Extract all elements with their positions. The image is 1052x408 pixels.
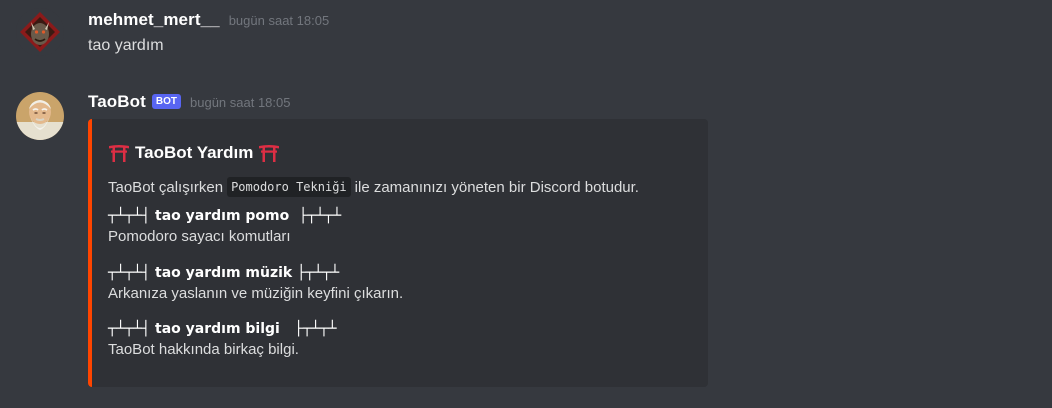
message-header: mehmet_mert__ bugün saat 18:05 [88,10,329,30]
message-header: TaoBot BOT bugün saat 18:05 [88,92,290,112]
field-value: TaoBot hakkında birkaç bilgi. [108,341,299,358]
embed-field-pomo: ┬┴┬┴┤ tao yardım pomo ├┬┴┬┴ Pomodoro say… [108,205,698,247]
torii-gate-icon [258,144,280,162]
embed-title-text: TaoBot Yardım [135,143,254,162]
embed-description: TaoBot çalışırken Pomodoro Tekniği ile z… [108,177,639,197]
embed-field-info: ┬┴┬┴┤ tao yardım bilgi ├┬┴┬┴ TaoBot hakk… [108,318,698,360]
old-sage-avatar-icon[interactable] [16,92,64,140]
field-value: Pomodoro sayacı komutları [108,228,291,245]
message-content: tao yardım [88,37,164,54]
timestamp: bugün saat 18:05 [190,95,291,110]
chat-view: mehmet_mert__ bugün saat 18:05 tao yardı… [0,0,1052,408]
torii-gate-icon [108,144,130,162]
demon-avatar-icon[interactable] [16,8,64,56]
field-value: Arkanıza yaslanın ve müziğin keyfini çık… [108,285,404,302]
embed-title: TaoBot Yardım [108,143,280,163]
bot-tag: BOT [151,94,181,109]
field-name: ┬┴┬┴┤ tao yardım pomo ├┬┴┬┴ [108,208,342,224]
help-embed: TaoBot Yardım TaoBot çalışırken Pomodoro… [88,119,708,387]
field-name: ┬┴┬┴┤ tao yardım müzik ├┬┴┬┴ [108,265,340,281]
field-name: ┬┴┬┴┤ tao yardım bilgi ├┬┴┬┴ [108,321,337,337]
timestamp: bugün saat 18:05 [228,13,330,28]
description-text: ile zamanınızı yöneten bir Discord botud… [354,178,639,196]
message-user: mehmet_mert__ bugün saat 18:05 tao yardı… [0,0,1052,80]
username[interactable]: mehmet_mert__ [88,10,220,30]
message-bot: TaoBot BOT bugün saat 18:05 TaoBot Yardı… [0,82,1052,408]
inline-code: Pomodoro Tekniği [227,177,351,197]
username[interactable]: TaoBot [88,92,146,112]
description-text: TaoBot çalışırken [108,178,224,196]
embed-field-music: ┬┴┬┴┤ tao yardım müzik ├┬┴┬┴ Arkanıza ya… [108,262,698,304]
